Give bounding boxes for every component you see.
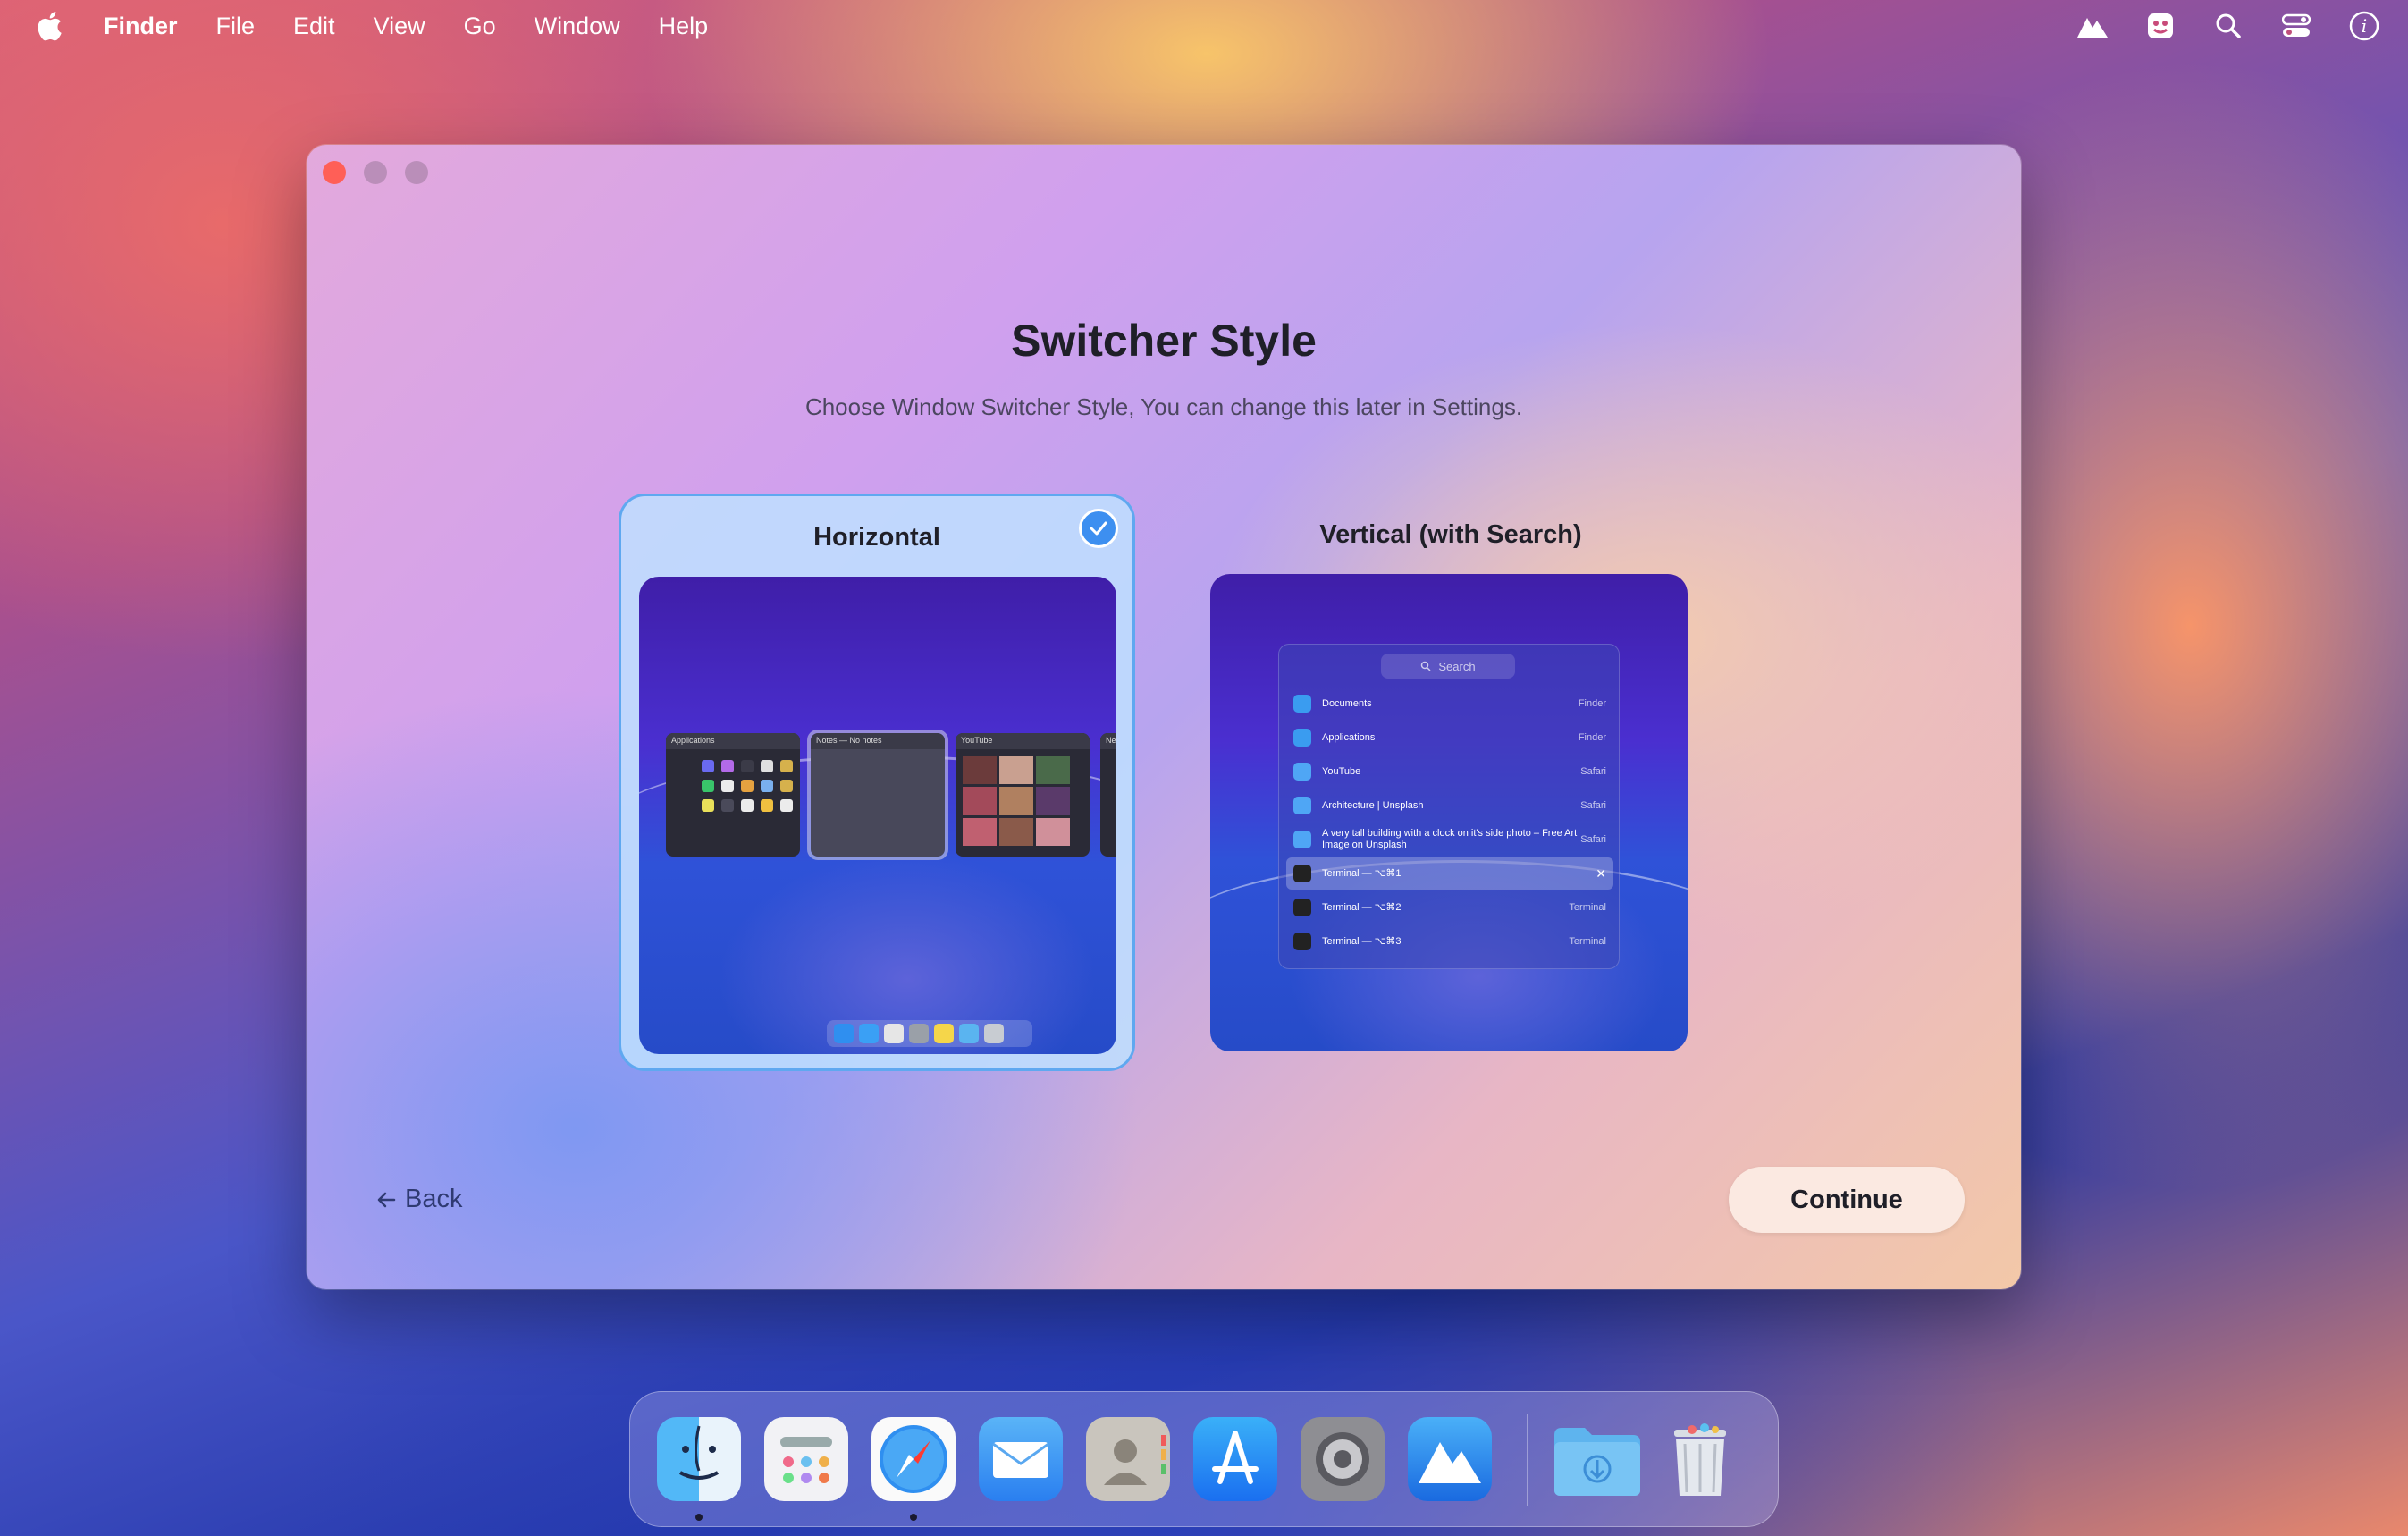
preview-search-box: Search [1381,654,1515,679]
terminal-icon [1293,933,1311,950]
thumbnail-window: New Ta [1100,733,1116,857]
list-item: YouTube Safari [1286,755,1613,788]
menu-view[interactable]: View [374,13,425,40]
safari-icon [1293,763,1311,781]
window-controls [323,161,428,184]
control-center-icon[interactable] [2279,9,2313,43]
back-label: Back [405,1185,463,1213]
vertical-preview-image: Search Documents Finder Applications Fin… [1210,574,1688,1051]
search-icon [1421,661,1431,671]
search-placeholder: Search [1438,659,1476,673]
zoom-button[interactable] [405,161,428,184]
thumbnail-title: YouTube [956,733,1090,749]
menu-edit[interactable]: Edit [293,13,335,40]
terminal-icon [1293,865,1311,882]
option-vertical[interactable]: Vertical (with Search) Search Documents … [1192,494,1709,1071]
continue-button[interactable]: Continue [1729,1167,1965,1233]
menu-extra-face-icon[interactable] [2143,9,2177,43]
safari-icon[interactable] [871,1417,956,1501]
launchpad-icon[interactable] [764,1417,848,1501]
safari-icon [1293,797,1311,814]
back-button[interactable]: Back [376,1185,462,1214]
option-vertical-label: Vertical (with Search) [1319,520,1582,549]
checkmark-icon [1079,509,1118,548]
thumbnail-title: Applications [666,733,800,749]
thumbnail-window: Notes — No notes [807,730,948,860]
svg-text:i: i [2362,15,2367,37]
list-item: Terminal — ⌥⌘2 Terminal [1286,891,1613,924]
alttab-icon[interactable] [1408,1417,1492,1501]
menu-bar: Finder File Edit View Go Window Help i [0,0,2408,52]
list-item: Architecture | Unsplash Safari [1286,789,1613,822]
page-subtitle: Choose Window Switcher Style, You can ch… [804,393,1523,420]
menu-go[interactable]: Go [464,13,496,40]
thumbnail-strip: Applications Notes — No notes YouTube Ne [666,730,1116,860]
thumbnail-window: YouTube [956,733,1090,857]
thumbnail-title: Notes — No notes [811,733,945,749]
close-icon: ✕ [1596,865,1606,881]
page-title: Switcher Style [1011,316,1317,366]
apple-menu-icon[interactable] [36,11,63,41]
onboarding-window: Switcher Style Choose Window Switcher St… [307,145,2021,1289]
list-item: Applications Finder [1286,722,1613,754]
mail-icon[interactable] [979,1417,1063,1501]
running-indicator [695,1514,703,1521]
terminal-icon [1293,899,1311,916]
vertical-switcher-panel: Search Documents Finder Applications Fin… [1278,644,1620,969]
list-item-highlighted: Terminal — ⌥⌘1 ✕ [1286,857,1613,890]
trash-icon[interactable] [1658,1417,1742,1501]
spotlight-search-icon[interactable] [2211,9,2245,43]
minimize-button[interactable] [364,161,387,184]
contacts-icon[interactable] [1086,1417,1170,1501]
system-settings-icon[interactable] [1301,1417,1385,1501]
menu-app-name[interactable]: Finder [104,13,178,40]
thumbnail-video-grid [963,756,1070,846]
close-button[interactable] [323,161,346,184]
preview-dock [827,1020,1032,1047]
safari-icon [1293,831,1311,848]
info-icon[interactable]: i [2347,9,2381,43]
option-horizontal-label: Horizontal [813,523,940,552]
option-horizontal[interactable]: Horizontal Applications Notes — No notes [619,494,1135,1071]
menu-help[interactable]: Help [659,13,709,40]
arrow-left-icon [377,1192,396,1207]
thumbnail-window: Applications [666,733,800,857]
app-store-icon[interactable] [1193,1417,1277,1501]
list-item: Documents Finder [1286,688,1613,720]
thumbnail-title: New Ta [1100,733,1116,749]
dock [629,1391,1779,1527]
horizontal-preview-image: Applications Notes — No notes YouTube Ne [639,577,1116,1054]
menu-window[interactable]: Window [535,13,620,40]
menu-file[interactable]: File [216,13,256,40]
downloads-folder-icon[interactable] [1551,1417,1644,1501]
list-item: A very tall building with a clock on it'… [1286,823,1613,856]
finder-icon [1293,695,1311,713]
running-indicator [910,1514,917,1521]
list-item: Terminal — ⌥⌘3 Terminal [1286,925,1613,958]
dock-separator [1527,1414,1528,1506]
alttab-status-icon[interactable] [2075,9,2109,43]
finder-icon [1293,729,1311,747]
finder-icon[interactable] [657,1417,741,1501]
